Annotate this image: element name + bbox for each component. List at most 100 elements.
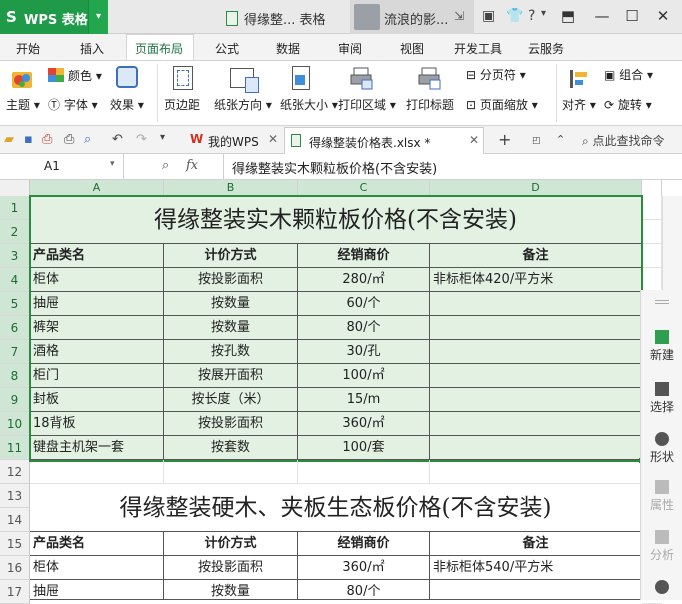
table1-cell[interactable]: 抽屉 [30, 292, 164, 316]
table1-cell[interactable]: 按投影面积 [164, 268, 298, 292]
table1-cell[interactable]: 15/m [298, 388, 430, 412]
row-header[interactable]: 1 [0, 196, 30, 220]
colors-button[interactable]: 颜色 ▾ [68, 67, 102, 84]
select-all-corner[interactable] [0, 180, 30, 196]
table1-header-cell[interactable]: 计价方式 [164, 244, 298, 268]
effects-button[interactable]: 效果 ▾ [110, 96, 144, 113]
table1-cell[interactable]: 60/个 [298, 292, 430, 316]
margins-button[interactable]: 页边距 [164, 96, 200, 113]
column-header-d[interactable]: D [430, 180, 642, 196]
maximize-icon[interactable]: ☐ [620, 5, 644, 29]
collapse-ribbon-icon[interactable]: ⌃ [556, 133, 565, 146]
app-menu-button[interactable]: S WPS 表格 ▾ [0, 0, 108, 34]
row-header[interactable]: 14 [0, 508, 30, 532]
table2-cell[interactable]: 抽屉 [30, 580, 164, 600]
minimize-icon[interactable]: — [590, 5, 614, 29]
side-analysis-button[interactable]: 分析 [641, 530, 682, 563]
app-menu-dropdown-icon[interactable]: ▾ [88, 0, 108, 34]
table1-cell[interactable]: 按套数 [164, 436, 298, 460]
table1-cell[interactable]: 柜体 [30, 268, 164, 292]
table1-header-cell[interactable]: 经销商价 [298, 244, 430, 268]
row-header[interactable]: 7 [0, 340, 30, 364]
close-tab-icon[interactable]: ✕ [469, 133, 479, 147]
row-header[interactable]: 3 [0, 244, 30, 268]
table1-cell[interactable]: 按投影面积 [164, 412, 298, 436]
tab-home[interactable]: 开始 [16, 40, 40, 57]
row-header[interactable]: 8 [0, 364, 30, 388]
table1-cell[interactable]: 按长度（米） [164, 388, 298, 412]
table1-cell[interactable]: 非标柜体420/平方米 [430, 268, 642, 292]
table1-cell[interactable]: 按展开面积 [164, 364, 298, 388]
table1-cell[interactable]: 键盘主机架一套 [30, 436, 164, 460]
table1-cell[interactable]: 柜门 [30, 364, 164, 388]
table1-cell[interactable]: 按数量 [164, 292, 298, 316]
table1-header-cell[interactable]: 产品类名 [30, 244, 164, 268]
table1-cell[interactable] [430, 292, 642, 316]
print-titles-button[interactable]: 打印标题 [406, 96, 454, 113]
tab-insert[interactable]: 插入 [80, 40, 104, 57]
table1-cell[interactable]: 按数量 [164, 316, 298, 340]
side-properties-button[interactable]: 属性 [641, 480, 682, 513]
find-command-field[interactable]: ⌕ 点此查找命令 [582, 132, 665, 149]
redo-icon[interactable]: ↷ [136, 132, 147, 147]
print-preview-icon[interactable]: ⌕ [84, 132, 91, 147]
row-header[interactable]: 12 [0, 460, 30, 484]
close-icon[interactable]: ✕ [651, 5, 675, 29]
skin-icon[interactable]: ▣ [482, 8, 495, 24]
side-new-button[interactable]: 新建 [641, 330, 682, 363]
row-header[interactable]: 2 [0, 220, 30, 244]
table1-cell[interactable]: 280/㎡ [298, 268, 430, 292]
tab-review[interactable]: 审阅 [338, 40, 362, 57]
side-shapes-button[interactable]: 形状 [641, 432, 682, 465]
table1-cell[interactable]: 100/套 [298, 436, 430, 460]
table1-cell[interactable]: 18背板 [30, 412, 164, 436]
column-header-e[interactable] [642, 180, 662, 196]
name-box[interactable]: A1 ▾ [0, 154, 124, 179]
table1-cell[interactable]: 酒格 [30, 340, 164, 364]
row-header[interactable]: 11 [0, 436, 30, 460]
table1-cell[interactable] [430, 412, 642, 436]
print-area-button[interactable]: 打印区域 ▾ [338, 96, 396, 113]
table1-header-cell[interactable]: 备注 [430, 244, 642, 268]
column-header-b[interactable]: B [164, 180, 298, 196]
table1-cell[interactable]: 按孔数 [164, 340, 298, 364]
row-header[interactable]: 6 [0, 316, 30, 340]
tab-data[interactable]: 数据 [276, 40, 300, 57]
vertical-scrollbar[interactable] [662, 196, 682, 290]
export-pdf-icon[interactable]: ⎙ [42, 132, 52, 147]
page-zoom-button[interactable]: ⊡ 页面缩放 ▾ [466, 96, 538, 113]
table1-cell[interactable] [430, 436, 642, 460]
table2-cell[interactable]: 按投影面积 [164, 556, 298, 580]
table2-cell[interactable]: 按数量 [164, 580, 298, 600]
tab-list-icon[interactable]: ◰ [532, 136, 541, 146]
rotate-button[interactable]: ⟳ 旋转 ▾ [604, 96, 652, 113]
undo-icon[interactable]: ↶ [112, 132, 123, 147]
table1-cell[interactable] [430, 364, 642, 388]
table2-header-cell[interactable]: 经销商价 [298, 532, 430, 556]
table2-cell[interactable]: 柜体 [30, 556, 164, 580]
tab-view[interactable]: 视图 [400, 40, 424, 57]
align-button[interactable]: 对齐 ▾ [562, 96, 596, 113]
table1-cell[interactable]: 封板 [30, 388, 164, 412]
side-select-button[interactable]: 选择 [641, 382, 682, 415]
side-users-button[interactable] [641, 580, 682, 596]
table2-cell[interactable]: 360/㎡ [298, 556, 430, 580]
row-header[interactable]: 10 [0, 412, 30, 436]
table1-cell[interactable] [430, 316, 642, 340]
close-tab-icon[interactable]: ✕ [268, 132, 278, 146]
table1-cell[interactable] [430, 340, 642, 364]
qat-dropdown-icon[interactable]: ▾ [160, 132, 165, 143]
save-icon[interactable]: ▪ [24, 132, 33, 147]
formula-input[interactable]: 得缘整装实木颗粒板价格(不含安装) [232, 158, 437, 177]
user-account[interactable]: 流浪的影... ⇲ [350, 0, 474, 34]
column-header-c[interactable]: C [298, 180, 430, 196]
tab-formulas[interactable]: 公式 [215, 40, 239, 57]
paper-size-button[interactable]: 纸张大小 ▾ [280, 96, 338, 113]
zoom-search-icon[interactable]: ⌕ [162, 158, 169, 173]
insert-function-button[interactable]: fx [186, 158, 198, 173]
table1-cell[interactable]: 360/㎡ [298, 412, 430, 436]
table1-cell[interactable] [430, 388, 642, 412]
open-folder-icon[interactable]: ▰ [4, 132, 14, 147]
theme-icon[interactable] [10, 66, 36, 92]
table1-cell[interactable]: 100/㎡ [298, 364, 430, 388]
